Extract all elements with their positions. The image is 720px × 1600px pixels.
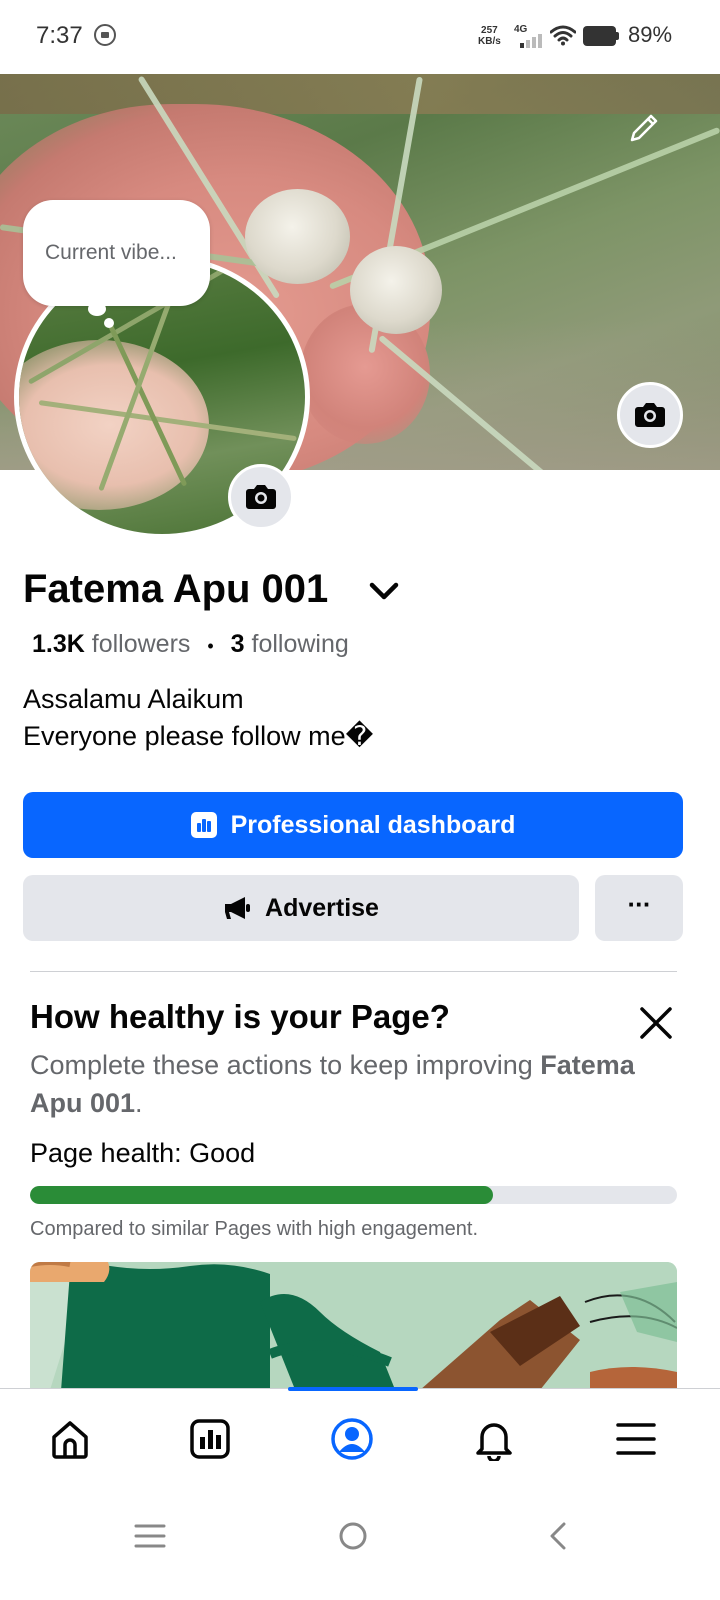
recent-apps-icon[interactable] [130,1516,170,1556]
page-health-progress-fill [30,1186,494,1204]
cellular-signal-icon [516,34,544,48]
status-time: 7:37 [36,22,83,49]
vibe-bubble-tail-small [104,318,114,328]
more-options-label: ··· [627,889,652,919]
bottom-navigation [0,1387,720,1488]
dashboard-icon[interactable] [188,1417,232,1461]
followers-count[interactable]: 1.3K [32,630,85,658]
vibe-bubble-tail [88,302,106,316]
profile-camera-button[interactable] [228,464,294,530]
profile-bio: Assalamu Alaikum Everyone please follow … [23,684,374,751]
current-vibe-bubble[interactable]: Current vibe... [23,200,210,306]
page-health-illustration [30,1262,677,1390]
network-speed: 257 KB/s [478,25,501,47]
advertise-label: Advertise [265,893,379,922]
page-health-desc-suffix: . [135,1088,143,1118]
network-speed-unit: KB/s [478,36,501,47]
advertise-button[interactable]: Advertise [23,875,579,941]
status-bar: 7:37 257 KB/s 4G 89% [0,0,720,74]
screen-record-icon [94,24,116,46]
page-health-value: Good [189,1138,256,1168]
cover-camera-button[interactable] [617,382,683,448]
page-health-description: Complete these actions to keep improving… [30,1046,640,1122]
wifi-icon [550,25,576,46]
professional-dashboard-button[interactable]: Professional dashboard [23,792,683,858]
following-label[interactable]: following [252,630,349,658]
section-divider [30,971,677,972]
more-options-button[interactable]: ··· [595,875,683,941]
bell-icon[interactable] [472,1417,516,1461]
close-icon[interactable] [636,1003,676,1043]
dashboard-icon [190,812,217,838]
battery-icon [583,26,619,46]
followers-label[interactable]: followers [92,630,191,658]
menu-icon[interactable] [614,1417,658,1461]
battery-percent: 89% [628,22,673,47]
back-icon[interactable] [538,1516,578,1556]
page-health-progress [30,1186,677,1204]
network-speed-value: 257 [481,25,498,36]
professional-dashboard-label: Professional dashboard [230,810,516,839]
home-icon[interactable] [48,1417,92,1461]
megaphone-icon [225,897,251,919]
stats-separator: • [207,636,214,656]
page-health-label: Page health: [30,1138,182,1168]
page-health-status: Page health: Good [30,1138,255,1169]
follow-stats: 1.3K followers • 3 following [32,630,349,659]
current-vibe-text: Current vibe... [45,241,177,264]
camera-icon [635,403,665,427]
following-count[interactable]: 3 [231,630,245,658]
system-navigation-bar [0,1488,720,1600]
edit-cover-icon[interactable] [626,110,662,146]
page-health-title: How healthy is your Page? [30,998,450,1035]
active-tab-indicator [288,1387,418,1391]
page-health-desc-prefix: Complete these actions to keep improving [30,1050,541,1080]
profile-name: Fatema Apu 001 [23,567,329,611]
page-health-note: Compared to similar Pages with high enga… [30,1218,479,1240]
camera-icon [246,485,276,509]
profile-icon[interactable] [330,1417,374,1461]
home-button-icon[interactable] [333,1516,373,1556]
chevron-down-icon[interactable] [366,576,402,606]
